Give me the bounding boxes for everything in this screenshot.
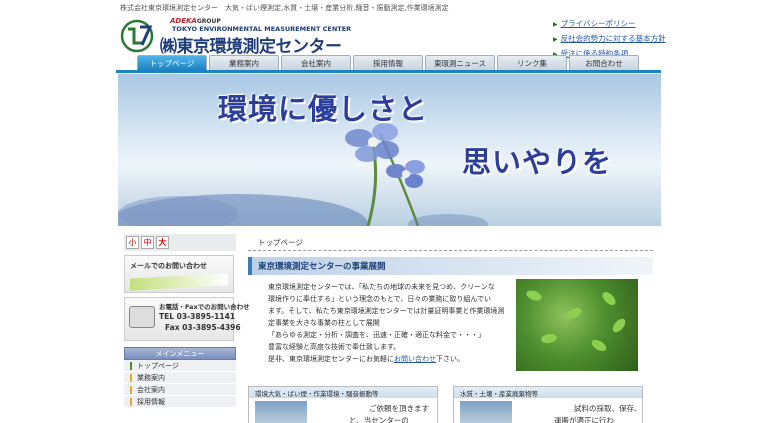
leaf-shape [564,305,584,322]
sidebar: 小 中 大 メールでのお問い合わせ お電話・Faxでのお問い合わせ TEL 03… [124,234,250,408]
nav-tab-news[interactable]: 東環測ニュース [425,55,495,70]
nav-tab-services[interactable]: 業務案内 [209,55,279,70]
card-text: と、当センターの [349,416,409,423]
menu-bullet-icon [130,385,132,394]
tel-contact-title: お電話・Faxでのお問い合わせ [159,303,250,311]
menu-item-label: 業務案内 [137,373,165,382]
header-link-antisocial[interactable]: ▶ 反社会的勢力に対する基本方針 [553,33,666,44]
intro-line: 東京環境測定センターでは、「私たちの地球の未来を見つめ、クリーンな [268,283,495,291]
main-content: トップページ 東京環境測定センターの事業展開 東京環境測定センターでは、「私たち… [248,234,653,423]
arrow-icon: ▶ [553,36,558,43]
font-size-large[interactable]: 大 [156,236,169,249]
menu-item-label: トップページ [137,361,179,370]
logo-mark-icon [120,19,154,53]
hero-banner: 環境に優しさと 思いやりを [118,74,661,226]
fax-phone-icon [129,306,155,328]
nav-tab-contact[interactable]: お問合わせ [569,55,639,70]
hero-headline-2: 思いやりを [462,145,613,179]
antisocial-policy-link[interactable]: 反社会的勢力に対する基本方針 [561,34,666,43]
menu-item-label: 会社案内 [137,385,165,394]
card-text: 運搬が適正に行わ [554,416,614,423]
side-menu-item-top[interactable]: トップページ [124,360,236,372]
privacy-policy-link[interactable]: プライバシーポリシー [561,19,636,28]
mail-contact-label: メールでのお問い合わせ [130,262,207,270]
section-title: 東京環境測定センターの事業展開 [248,257,653,275]
decorative-swoosh [130,273,228,291]
card-photo [460,401,512,423]
mail-contact-banner[interactable]: メールでのお問い合わせ [124,255,234,293]
breadcrumb: トップページ [248,234,653,251]
nav-tab-company[interactable]: 会社案内 [281,55,351,70]
logo-group-suffix: GROUP [196,18,221,25]
leaf-shape [600,289,618,308]
leaf-shape [524,288,544,303]
leaf-shape [610,316,628,335]
leaves-photo [516,279,638,371]
menu-item-label: 採用情報 [137,397,165,406]
font-size-switcher: 小 中 大 [124,234,236,251]
card-text: 試料の採取、保存、 [574,404,642,413]
contact-link[interactable]: お問い合わせ [394,355,436,363]
service-card-air[interactable]: 環境大気・ばい煙・作業環境・騒音振動等 ご依頼を頂きます と、当センターの [248,386,438,423]
intro-line: 定事業を大きな事業の柱として展開 [268,319,380,327]
intro-line: ます。そして、私たち東京環境測定センターでは計量証明事業と作業環境測 [268,307,505,315]
arrow-icon: ▶ [553,21,558,28]
leaf-shape [540,332,558,345]
nav-underline [116,70,661,73]
nav-tab-recruit[interactable]: 採用情報 [353,55,423,70]
leaf-shape [589,337,609,354]
nav-tab-top[interactable]: トップページ [137,55,207,70]
logo-japanese-name: ㈱東京環境測定センター [160,37,342,57]
tel-number: TEL 03-3895-1141 [159,312,236,321]
intro-text: 東京環境測定センターでは、「私たちの地球の未来を見つめ、クリーンな 環境作りに奉… [268,281,513,365]
site-tagline: 株式会社東京環境測定センター 大気・ばい煙測定,水質・土壌・産業分析,騒音・振動… [120,4,449,12]
card-title: 水質・土壌・産業廃棄物等 [454,387,642,398]
logo-group-name: ADEKA [170,17,197,25]
logo-group: ADEKAGROUP [170,17,221,25]
site-logo[interactable]: ADEKAGROUP TOKYO ENVIRONMENTAL MEASUREME… [120,17,351,57]
menu-bullet-icon [130,361,132,370]
intro-line: 豊富な経験と高度な技術で奉仕致します。 [268,343,401,351]
side-menu-item-company[interactable]: 会社案内 [124,384,236,396]
card-text: ご依頼を頂きます [369,404,429,413]
nav-tab-links[interactable]: リンク集 [497,55,567,70]
closing-prefix: 是非、東京環境測定センターにお気軽に [268,355,394,363]
tel-contact-banner: お電話・Faxでのお問い合わせ TEL 03-3895-1141 Fax 03-… [124,297,250,341]
menu-bullet-icon [130,397,132,406]
header-link-privacy[interactable]: ▶ プライバシーポリシー [553,18,666,29]
intro-line: 環境作りに奉仕する」という理念のもとで、日々の業務に取り組んでい [268,295,492,303]
card-photo [255,401,307,423]
font-size-small[interactable]: 小 [126,236,139,249]
fax-number: Fax 03-3895-4396 [165,323,241,332]
menu-bullet-icon [130,373,132,382]
main-menu-title: メインメニュー [124,347,236,360]
side-menu-item-recruit[interactable]: 採用情報 [124,396,236,408]
hero-headline-1: 環境に優しさと [218,92,429,126]
main-nav: トップページ 業務案内 会社案内 採用情報 東環測ニュース リンク集 お問合わせ [137,55,639,70]
card-title: 環境大気・ばい煙・作業環境・騒音振動等 [249,387,437,398]
service-card-water[interactable]: 水質・土壌・産業廃棄物等 試料の採取、保存、 運搬が適正に行わ [453,386,643,423]
intro-closing: 是非、東京環境測定センターにお気軽にお問い合わせ下さい。 [268,353,513,365]
closing-suffix: 下さい。 [436,355,464,363]
side-menu-item-services[interactable]: 業務案内 [124,372,236,384]
intro-line: 「あらゆる測定・分析・調査を、迅速・正確・適正な料金で・・・」 [268,331,485,339]
font-size-medium[interactable]: 中 [141,236,154,249]
